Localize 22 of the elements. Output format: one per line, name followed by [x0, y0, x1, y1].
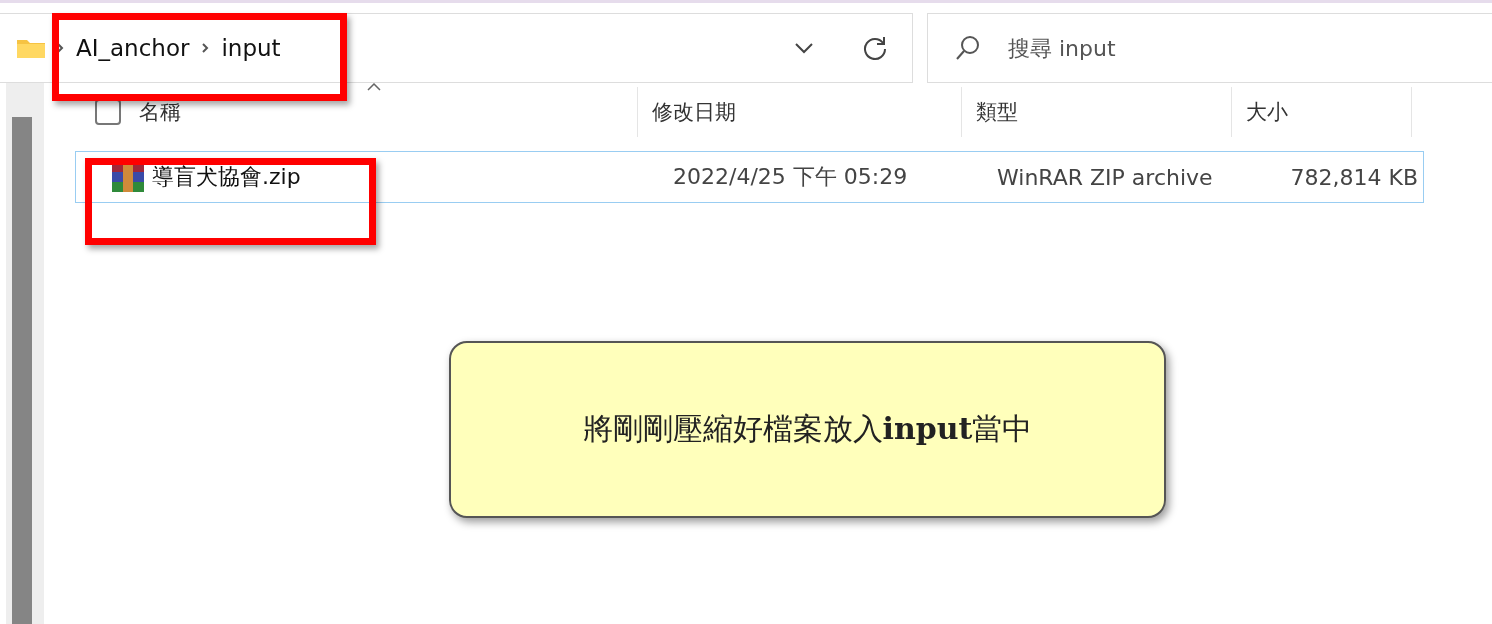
address-bar[interactable]: AI_anchor input [0, 13, 913, 83]
file-row[interactable]: 導盲犬協會.zip 2022/4/25 下午 05:29 WinRAR ZIP archive 782,814 KB [75, 151, 1424, 203]
breadcrumb-item[interactable]: AI_anchor [76, 35, 190, 61]
search-icon [955, 35, 981, 61]
column-header[interactable]: 名稱 [139, 98, 181, 126]
column-header[interactable]: 修改日期 [652, 98, 736, 126]
scrollbar-track[interactable] [6, 83, 44, 624]
file-type: WinRAR ZIP archive [996, 164, 1214, 190]
column-header[interactable]: 大小 [1246, 98, 1288, 126]
modified-date: 2022/4/25 下午 05:29 [672, 163, 909, 191]
callout-text: 將剛剛壓縮好檔案放入input當中 [582, 410, 1033, 448]
refresh-icon[interactable] [862, 35, 888, 61]
column-header[interactable]: 類型 [976, 98, 1018, 126]
search-field[interactable]: 搜尋 input [927, 13, 1492, 83]
select-all-checkbox[interactable] [95, 99, 121, 125]
file-size: 782,814 KB [1289, 164, 1418, 190]
breadcrumb-item[interactable]: input [221, 35, 281, 61]
file-name: 導盲犬協會.zip [152, 163, 301, 191]
chevron-right-icon [201, 42, 210, 54]
scrollbar-thumb[interactable] [12, 117, 32, 624]
folder-icon [16, 37, 46, 59]
chevron-down-icon[interactable] [794, 42, 814, 54]
